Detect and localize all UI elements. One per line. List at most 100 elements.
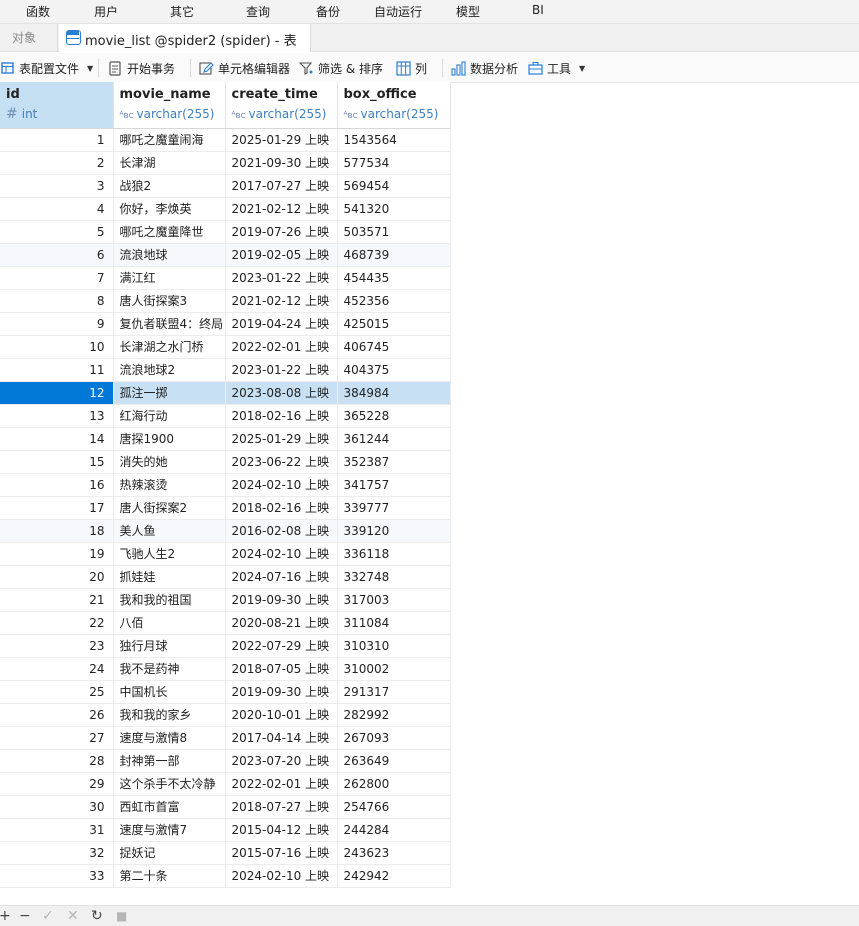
cell-movie-name[interactable]: 唐人街探案2 bbox=[113, 496, 226, 520]
cell-id[interactable]: 10 bbox=[0, 335, 114, 359]
cell-box-office[interactable]: 311084 bbox=[337, 611, 451, 635]
table-row[interactable]: 3 战狼2 2017-07-27 上映 569454 bbox=[0, 174, 451, 198]
cell-create-time[interactable]: 2017-07-27 上映 bbox=[225, 174, 338, 198]
cell-movie-name[interactable]: 战狼2 bbox=[113, 174, 226, 198]
tools-button[interactable]: 工具 ▼ bbox=[528, 53, 585, 83]
cell-movie-name[interactable]: 复仇者联盟4：终局 bbox=[113, 312, 226, 336]
cell-id[interactable]: 29 bbox=[0, 772, 114, 796]
cell-box-office[interactable]: 569454 bbox=[337, 174, 451, 198]
cell-id[interactable]: 18 bbox=[0, 519, 114, 543]
cell-editor-button[interactable]: 单元格编辑器 bbox=[199, 53, 290, 83]
cell-id[interactable]: 13 bbox=[0, 404, 114, 428]
menu-automation[interactable]: 自动运行 bbox=[374, 3, 422, 20]
table-row[interactable]: 19 飞驰人生2 2024-02-10 上映 336118 bbox=[0, 542, 451, 566]
table-row[interactable]: 2 长津湖 2021-09-30 上映 577534 bbox=[0, 151, 451, 175]
cell-id[interactable]: 24 bbox=[0, 657, 114, 681]
cell-movie-name[interactable]: 八佰 bbox=[113, 611, 226, 635]
cell-movie-name[interactable]: 流浪地球2 bbox=[113, 358, 226, 382]
cell-movie-name[interactable]: 中国机长 bbox=[113, 680, 226, 704]
table-row[interactable]: 7 满江红 2023-01-22 上映 454435 bbox=[0, 266, 451, 290]
cell-id[interactable]: 22 bbox=[0, 611, 114, 635]
cell-create-time[interactable]: 2019-09-30 上映 bbox=[225, 588, 338, 612]
cell-id[interactable]: 31 bbox=[0, 818, 114, 842]
menu-backup[interactable]: 备份 bbox=[316, 3, 340, 20]
cell-create-time[interactable]: 2021-02-12 上映 bbox=[225, 197, 338, 221]
table-row[interactable]: 26 我和我的家乡 2020-10-01 上映 282992 bbox=[0, 703, 451, 727]
table-row[interactable]: 12 孤注一掷 2023-08-08 上映 384984 bbox=[0, 381, 451, 405]
cell-id[interactable]: 19 bbox=[0, 542, 114, 566]
menu-model[interactable]: 模型 bbox=[456, 3, 480, 20]
columns-button[interactable]: 列 bbox=[396, 53, 427, 83]
cell-id[interactable]: 27 bbox=[0, 726, 114, 750]
column-header-box-office[interactable]: box_office ᴬʙᴄ varchar(255) bbox=[337, 82, 451, 129]
column-header-movie-name[interactable]: movie_name ᴬʙᴄ varchar(255) bbox=[113, 82, 226, 129]
table-row[interactable]: 25 中国机长 2019-09-30 上映 291317 bbox=[0, 680, 451, 704]
cell-id[interactable]: 30 bbox=[0, 795, 114, 819]
cell-movie-name[interactable]: 长津湖之水门桥 bbox=[113, 335, 226, 359]
table-row[interactable]: 29 这个杀手不太冷静 2022-02-01 上映 262800 bbox=[0, 772, 451, 796]
cell-movie-name[interactable]: 我不是药神 bbox=[113, 657, 226, 681]
table-row[interactable]: 31 速度与激情7 2015-04-12 上映 244284 bbox=[0, 818, 451, 842]
table-row[interactable]: 17 唐人街探案2 2018-02-16 上映 339777 bbox=[0, 496, 451, 520]
cell-id[interactable]: 11 bbox=[0, 358, 114, 382]
cell-create-time[interactable]: 2023-01-22 上映 bbox=[225, 358, 338, 382]
table-row[interactable]: 4 你好，李焕英 2021-02-12 上映 541320 bbox=[0, 197, 451, 221]
cell-id[interactable]: 20 bbox=[0, 565, 114, 589]
table-row[interactable]: 32 捉妖记 2015-07-16 上映 243623 bbox=[0, 841, 451, 865]
menu-functions[interactable]: 函数 bbox=[26, 3, 50, 20]
cell-movie-name[interactable]: 封神第一部 bbox=[113, 749, 226, 773]
table-row[interactable]: 8 唐人街探案3 2021-02-12 上映 452356 bbox=[0, 289, 451, 313]
cell-create-time[interactable]: 2019-09-30 上映 bbox=[225, 680, 338, 704]
cell-movie-name[interactable]: 飞驰人生2 bbox=[113, 542, 226, 566]
cell-create-time[interactable]: 2024-07-16 上映 bbox=[225, 565, 338, 589]
cell-id[interactable]: 17 bbox=[0, 496, 114, 520]
cell-create-time[interactable]: 2020-08-21 上映 bbox=[225, 611, 338, 635]
cell-create-time[interactable]: 2024-02-10 上映 bbox=[225, 864, 338, 888]
discard-changes-icon[interactable]: ✕ bbox=[67, 908, 79, 924]
cell-create-time[interactable]: 2025-01-29 上映 bbox=[225, 427, 338, 451]
cell-id[interactable]: 26 bbox=[0, 703, 114, 727]
table-row[interactable]: 23 独行月球 2022-07-29 上映 310310 bbox=[0, 634, 451, 658]
table-row[interactable]: 33 第二十条 2024-02-10 上映 242942 bbox=[0, 864, 451, 888]
cell-id[interactable]: 1 bbox=[0, 128, 114, 152]
cell-create-time[interactable]: 2022-02-01 上映 bbox=[225, 335, 338, 359]
cell-create-time[interactable]: 2023-06-22 上映 bbox=[225, 450, 338, 474]
table-row[interactable]: 28 封神第一部 2023-07-20 上映 263649 bbox=[0, 749, 451, 773]
cell-movie-name[interactable]: 热辣滚烫 bbox=[113, 473, 226, 497]
cell-id[interactable]: 7 bbox=[0, 266, 114, 290]
table-row[interactable]: 27 速度与激情8 2017-04-14 上映 267093 bbox=[0, 726, 451, 750]
cell-id[interactable]: 23 bbox=[0, 634, 114, 658]
begin-transaction-button[interactable]: 开始事务 bbox=[108, 53, 175, 83]
cell-movie-name[interactable]: 你好，李焕英 bbox=[113, 197, 226, 221]
menu-users[interactable]: 用户 bbox=[94, 3, 118, 20]
refresh-icon[interactable]: ↻ bbox=[91, 908, 103, 924]
table-row[interactable]: 30 西虹市首富 2018-07-27 上映 254766 bbox=[0, 795, 451, 819]
cell-id[interactable]: 12 bbox=[0, 381, 114, 405]
cell-create-time[interactable]: 2019-04-24 上映 bbox=[225, 312, 338, 336]
cell-box-office[interactable]: 365228 bbox=[337, 404, 451, 428]
cell-id[interactable]: 9 bbox=[0, 312, 114, 336]
cell-create-time[interactable]: 2016-02-08 上映 bbox=[225, 519, 338, 543]
table-row[interactable]: 11 流浪地球2 2023-01-22 上映 404375 bbox=[0, 358, 451, 382]
apply-changes-icon[interactable]: ✓ bbox=[42, 908, 54, 924]
table-row[interactable]: 6 流浪地球 2019-02-05 上映 468739 bbox=[0, 243, 451, 267]
cell-movie-name[interactable]: 抓娃娃 bbox=[113, 565, 226, 589]
cell-create-time[interactable]: 2018-02-16 上映 bbox=[225, 496, 338, 520]
cell-create-time[interactable]: 2022-07-29 上映 bbox=[225, 634, 338, 658]
table-row[interactable]: 5 哪吒之魔童降世 2019-07-26 上映 503571 bbox=[0, 220, 451, 244]
cell-create-time[interactable]: 2019-07-26 上映 bbox=[225, 220, 338, 244]
cell-movie-name[interactable]: 唐探1900 bbox=[113, 427, 226, 451]
menu-others[interactable]: 其它 bbox=[170, 3, 194, 20]
cell-box-office[interactable]: 352387 bbox=[337, 450, 451, 474]
table-row[interactable]: 13 红海行动 2018-02-16 上映 365228 bbox=[0, 404, 451, 428]
cell-create-time[interactable]: 2023-07-20 上映 bbox=[225, 749, 338, 773]
cell-create-time[interactable]: 2021-02-12 上映 bbox=[225, 289, 338, 313]
table-config-button[interactable]: 表配置文件 ▼ bbox=[0, 53, 93, 83]
add-record-icon[interactable]: + bbox=[0, 908, 11, 924]
stop-icon[interactable]: ■ bbox=[116, 908, 127, 924]
table-row[interactable]: 21 我和我的祖国 2019-09-30 上映 317003 bbox=[0, 588, 451, 612]
cell-movie-name[interactable]: 哪吒之魔童闹海 bbox=[113, 128, 226, 152]
cell-movie-name[interactable]: 孤注一掷 bbox=[113, 381, 226, 405]
cell-id[interactable]: 16 bbox=[0, 473, 114, 497]
cell-create-time[interactable]: 2017-04-14 上映 bbox=[225, 726, 338, 750]
